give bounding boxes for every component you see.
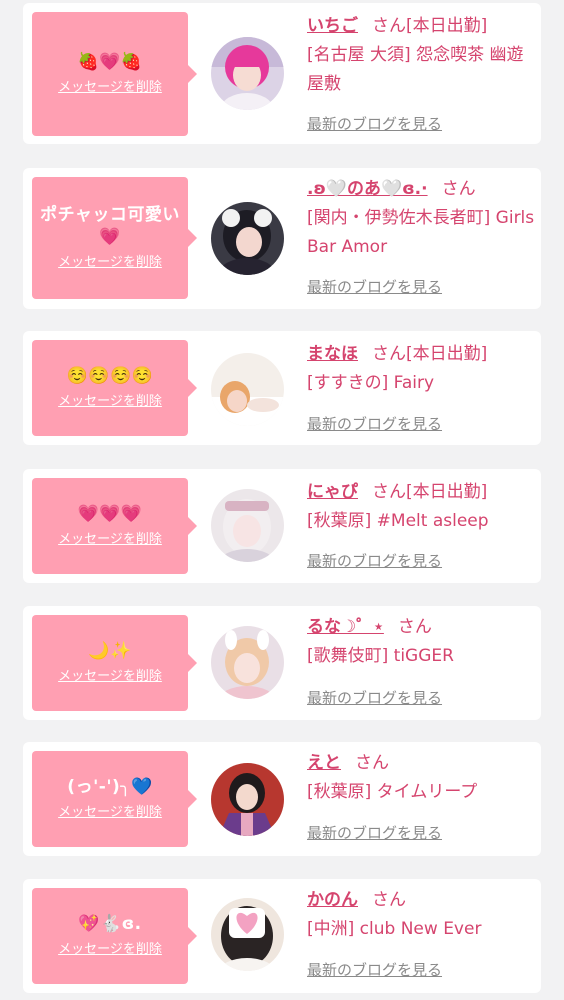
delete-message-link[interactable]: メッセージを削除 — [58, 79, 162, 97]
cast-name-line: にゃぴ さん[本日出勤] — [307, 478, 539, 507]
cast-name-line: .ʚ🤍のあ🤍ɞ.· さん — [307, 175, 539, 204]
cast-card: 🌙✨ メッセージを削除 るな☽゜⋆ さん [歌舞伎町] tiGGER 最新のブログ… — [23, 606, 541, 720]
cast-info: .ʚ🤍のあ🤍ɞ.· さん [関内・伊勢佐木長者町] Girls Bar Amor — [307, 175, 539, 262]
latest-blog-link[interactable]: 最新のブログを見る — [307, 822, 442, 843]
cast-name-line: えと さん — [307, 749, 539, 778]
avatar[interactable] — [211, 898, 284, 971]
cast-name-line: かのん さん — [307, 886, 539, 915]
shop-name: [名古屋 大須] 怨念喫茶 幽遊屋敷 — [307, 45, 524, 94]
message-bubble: 💗💗💗 メッセージを削除 — [32, 478, 197, 574]
shop-name: [秋葉原] タイムリープ — [307, 782, 478, 802]
message-bubble: 🍓💗🍓 メッセージを削除 — [32, 12, 197, 136]
cast-name-link[interactable]: にゃぴ — [307, 482, 358, 502]
cast-name-line: まなほ さん[本日出勤] — [307, 340, 539, 369]
cast-card: ポチャッコ可愛い💗 メッセージを削除 .ʚ🤍のあ🤍ɞ.· さん [関内・伊勢佐木長… — [23, 168, 541, 309]
shop-name: [歌舞伎町] tiGGER — [307, 646, 454, 666]
delete-message-link[interactable]: メッセージを削除 — [58, 668, 162, 686]
cast-name-link[interactable]: かのん — [307, 890, 358, 910]
delete-message-link[interactable]: メッセージを削除 — [58, 393, 162, 411]
cast-name-link[interactable]: いちご — [307, 16, 358, 36]
avatar[interactable] — [211, 353, 284, 426]
delete-message-link[interactable]: メッセージを削除 — [58, 941, 162, 959]
message-bubble: (っ'-')╮💙 メッセージを削除 — [32, 751, 197, 847]
cast-info: いちご さん[本日出勤] [名古屋 大須] 怨念喫茶 幽遊屋敷 — [307, 12, 539, 99]
message-bubble: 💖🐇ɞ. メッセージを削除 — [32, 888, 197, 984]
latest-blog-link[interactable]: 最新のブログを見る — [307, 413, 442, 434]
avatar[interactable] — [211, 763, 284, 836]
cast-name-link[interactable]: えと — [307, 753, 341, 773]
cast-info: かのん さん [中洲] club New Ever — [307, 886, 539, 944]
message-text: 💗💗💗 — [77, 504, 143, 524]
message-text: (っ'-')╮💙 — [67, 777, 153, 797]
message-text: 🍓💗🍓 — [77, 52, 143, 72]
avatar[interactable] — [211, 202, 284, 275]
avatar[interactable] — [211, 37, 284, 110]
honorific: さん — [372, 344, 406, 364]
cast-card: 💗💗💗 メッセージを削除 にゃぴ さん[本日出勤] [秋葉原] #Melt asl… — [23, 469, 541, 583]
message-bubble: ポチャッコ可愛い💗 メッセージを削除 — [32, 177, 197, 299]
shop-name: [関内・伊勢佐木長者町] Girls Bar Amor — [307, 208, 535, 257]
delete-message-link[interactable]: メッセージを削除 — [58, 254, 162, 272]
cast-card: ☺️☺️☺️☺️ メッセージを削除 まなほ さん[本日出勤] [すすきの] Fai… — [23, 331, 541, 445]
latest-blog-link[interactable]: 最新のブログを見る — [307, 959, 442, 980]
cast-name-link[interactable]: まなほ — [307, 344, 358, 364]
delete-message-link[interactable]: メッセージを削除 — [58, 804, 162, 822]
cast-name-line: いちご さん[本日出勤] — [307, 12, 539, 41]
message-bubble: ☺️☺️☺️☺️ メッセージを削除 — [32, 340, 197, 436]
work-status: [本日出勤] — [406, 344, 488, 364]
delete-message-link[interactable]: メッセージを削除 — [58, 531, 162, 549]
message-text: 💖🐇ɞ. — [78, 914, 142, 934]
honorific: さん — [441, 179, 476, 199]
latest-blog-link[interactable]: 最新のブログを見る — [307, 687, 442, 708]
message-text: 🌙✨ — [88, 641, 132, 661]
honorific: さん — [355, 753, 389, 773]
cast-name-link[interactable]: .ʚ🤍のあ🤍ɞ.· — [307, 179, 428, 199]
message-bubble: 🌙✨ メッセージを削除 — [32, 615, 197, 711]
shop-name: [すすきの] Fairy — [307, 373, 435, 393]
cast-card: 🍓💗🍓 メッセージを削除 いちご さん[本日出勤] [名古屋 大須] 怨念喫茶 幽… — [23, 3, 541, 144]
latest-blog-link[interactable]: 最新のブログを見る — [307, 113, 442, 134]
honorific: さん — [397, 617, 432, 637]
message-text: ポチャッコ可愛い💗 — [40, 205, 180, 247]
honorific: さん — [372, 482, 406, 502]
honorific: さん — [372, 16, 406, 36]
work-status: [本日出勤] — [406, 16, 488, 36]
latest-blog-link[interactable]: 最新のブログを見る — [307, 550, 442, 571]
shop-name: [中洲] club New Ever — [307, 919, 482, 939]
cast-name-line: るな☽゜⋆ さん — [307, 613, 539, 642]
cast-info: まなほ さん[本日出勤] [すすきの] Fairy — [307, 340, 539, 398]
shop-name: [秋葉原] #Melt asleep — [307, 511, 489, 531]
work-status: [本日出勤] — [406, 482, 488, 502]
cast-info: にゃぴ さん[本日出勤] [秋葉原] #Melt asleep — [307, 478, 539, 536]
honorific: さん — [372, 890, 406, 910]
avatar[interactable] — [211, 626, 284, 699]
cast-info: るな☽゜⋆ さん [歌舞伎町] tiGGER — [307, 613, 539, 671]
favorite-cast-list: 🍓💗🍓 メッセージを削除 いちご さん[本日出勤] [名古屋 大須] 怨念喫茶 幽… — [0, 0, 564, 1000]
avatar[interactable] — [211, 489, 284, 562]
latest-blog-link[interactable]: 最新のブログを見る — [307, 276, 442, 297]
cast-card: (っ'-')╮💙 メッセージを削除 えと さん [秋葉原] タイムリープ 最新のブ… — [23, 742, 541, 856]
message-text: ☺️☺️☺️☺️ — [66, 366, 154, 386]
cast-info: えと さん [秋葉原] タイムリープ — [307, 749, 539, 807]
cast-name-link[interactable]: るな☽゜⋆ — [307, 617, 384, 637]
cast-card: 💖🐇ɞ. メッセージを削除 かのん さん [中洲] club New Ever 最… — [23, 879, 541, 993]
